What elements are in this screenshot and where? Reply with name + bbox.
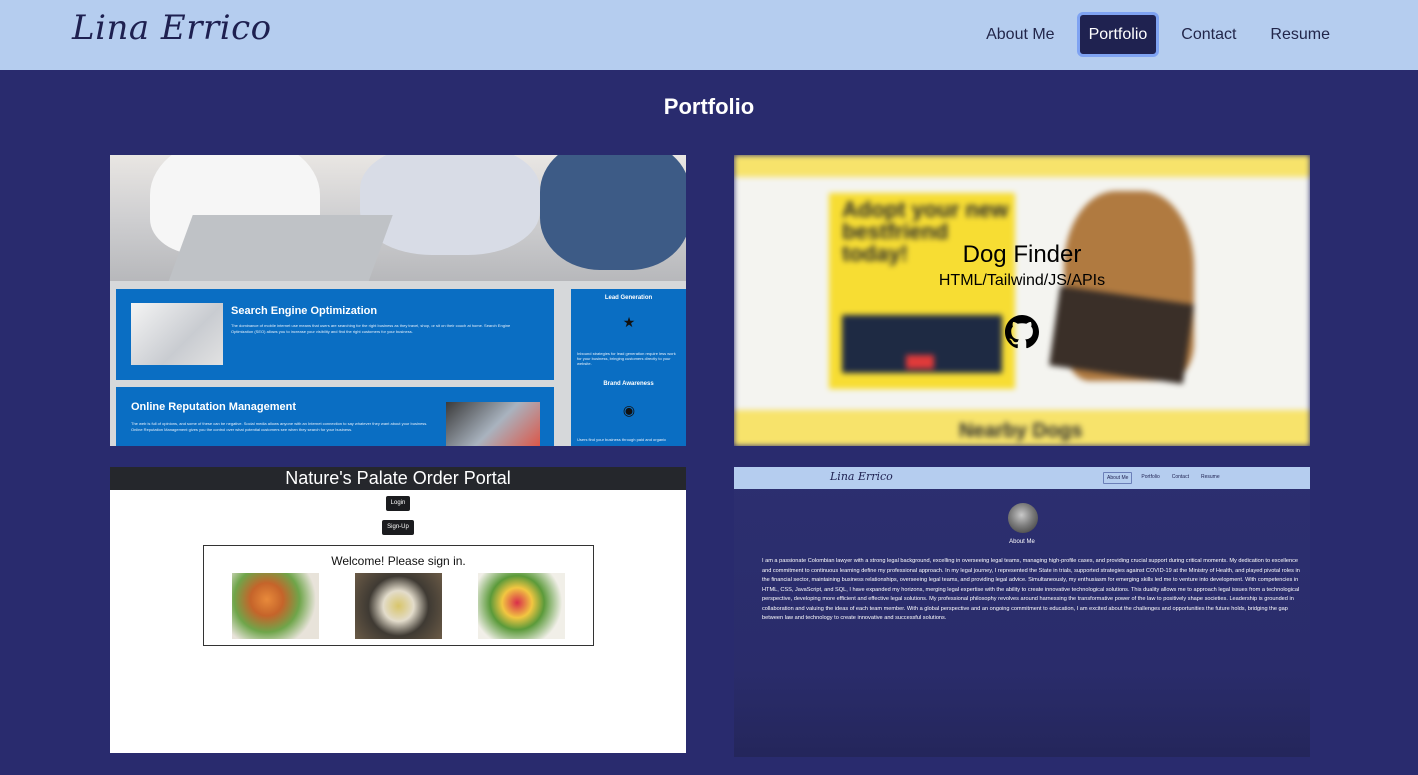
project-title: Dog Finder bbox=[962, 241, 1082, 268]
signup-button: Sign-Up bbox=[382, 520, 414, 535]
team-photo bbox=[110, 155, 686, 281]
lead-gen-title: Lead Generation bbox=[604, 295, 653, 301]
mini-nav-about: About Me bbox=[1103, 472, 1133, 484]
project-card-marketing[interactable]: Search Engine Optimization The dominance… bbox=[110, 155, 686, 446]
page-title: Portfolio bbox=[663, 94, 755, 119]
avatar bbox=[1008, 503, 1038, 533]
natures-palate-screenshot: Nature's Palate Order Portal Login Sign-… bbox=[110, 467, 686, 753]
food-image bbox=[232, 573, 319, 639]
mini-nav-resume: Resume bbox=[1200, 474, 1220, 480]
welcome-text: Welcome! Please sign in. bbox=[331, 554, 466, 568]
nav-portfolio[interactable]: Portfolio bbox=[1076, 12, 1160, 57]
marketing-screenshot: Search Engine Optimization The dominance… bbox=[110, 281, 686, 446]
food-image bbox=[355, 573, 442, 639]
project-tech: HTML/Tailwind/JS/APIs bbox=[938, 272, 1106, 289]
seo-image bbox=[131, 303, 223, 365]
about-me-screenshot: Lina Errico About Me Portfolio Contact R… bbox=[734, 467, 1310, 757]
project-card-natures-palate[interactable]: Nature's Palate Order Portal Login Sign-… bbox=[110, 467, 686, 753]
nav-links: About Me Portfolio Contact Resume bbox=[974, 12, 1342, 57]
brand-logo[interactable]: Lina Errico bbox=[72, 8, 272, 48]
nav-about-me[interactable]: About Me bbox=[974, 12, 1066, 57]
seo-heading: Search Engine Optimization bbox=[231, 305, 378, 317]
mini-navbar: Lina Errico About Me Portfolio Contact R… bbox=[734, 467, 1310, 489]
orm-heading: Online Reputation Management bbox=[131, 401, 297, 413]
about-heading: About Me bbox=[1009, 539, 1035, 545]
github-icon[interactable] bbox=[1005, 315, 1039, 349]
navbar: Lina Errico About Me Portfolio Contact R… bbox=[0, 0, 1418, 70]
mini-nav-portfolio: Portfolio bbox=[1141, 474, 1160, 480]
mini-nav-links: About Me Portfolio Contact Resume bbox=[1103, 472, 1223, 484]
login-button: Login bbox=[386, 496, 410, 511]
brand-awareness-text: Users find your business through paid an… bbox=[577, 437, 667, 442]
broadcast-icon: ◉ bbox=[622, 402, 636, 418]
portal-title: Nature's Palate Order Portal bbox=[285, 468, 511, 488]
mini-brand: Lina Errico bbox=[830, 470, 893, 483]
dog-finder-overlay: Dog Finder HTML/Tailwind/JS/APIs bbox=[734, 155, 1310, 446]
food-image bbox=[478, 573, 565, 639]
seo-section: Search Engine Optimization The dominance… bbox=[116, 289, 554, 380]
orm-section: Online Reputation Management The web is … bbox=[116, 387, 554, 446]
project-card-dog-finder[interactable]: Adopt your new bestfriend today! Nearby … bbox=[734, 155, 1310, 446]
about-bio: I am a passionate Colombian lawyer with … bbox=[762, 558, 1300, 621]
orm-text: The web is full of opinions, and some of… bbox=[131, 421, 428, 432]
welcome-box: Welcome! Please sign in. bbox=[203, 545, 594, 646]
orm-image bbox=[446, 402, 540, 446]
brand-awareness-title: Brand Awareness bbox=[603, 381, 654, 387]
lightbulb-icon: ★ bbox=[622, 314, 636, 330]
nav-resume[interactable]: Resume bbox=[1258, 12, 1342, 57]
mini-nav-contact: Contact bbox=[1171, 474, 1189, 480]
nav-contact[interactable]: Contact bbox=[1169, 12, 1248, 57]
seo-text: The dominance of mobile internet use mea… bbox=[231, 323, 511, 334]
side-panel: Lead Generation ★ Inbound strategies for… bbox=[571, 289, 686, 446]
project-card-about-me[interactable]: Lina Errico About Me Portfolio Contact R… bbox=[734, 467, 1310, 757]
lead-gen-text: Inbound strategies for lead generation r… bbox=[577, 351, 676, 366]
portal-header: Nature's Palate Order Portal bbox=[110, 467, 686, 490]
